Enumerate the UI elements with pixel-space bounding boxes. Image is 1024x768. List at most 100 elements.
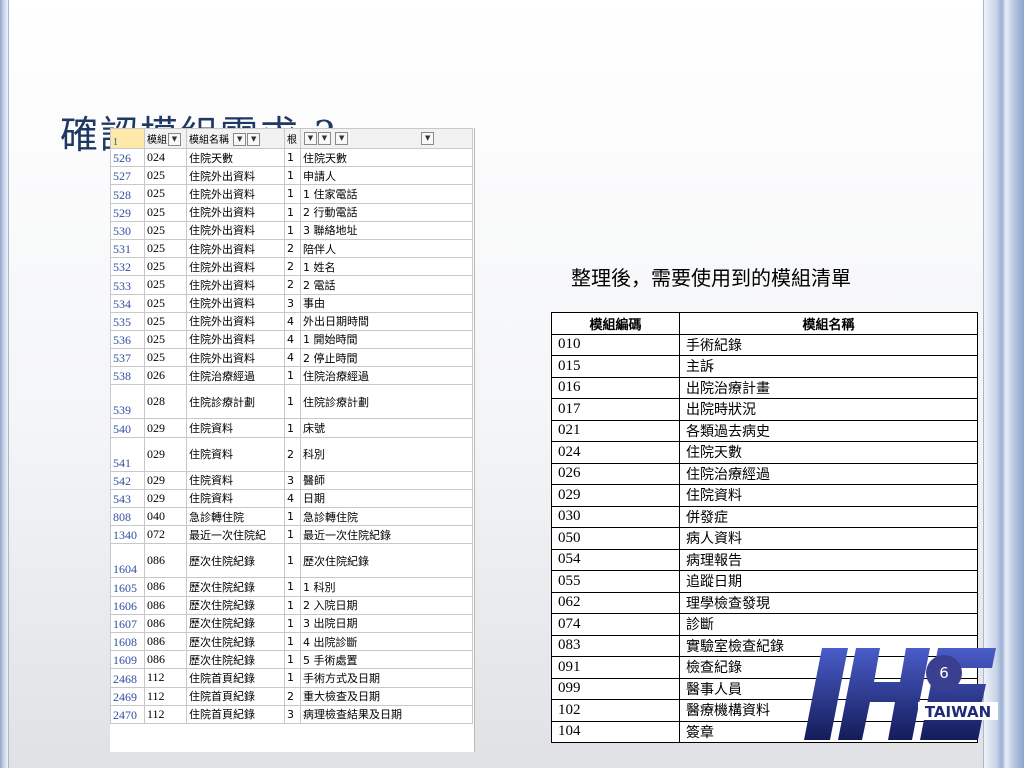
field-name-cell: 1 科別 bbox=[300, 577, 473, 597]
module-row: 055 追蹤日期 bbox=[551, 570, 978, 593]
sequence-cell: 1 bbox=[284, 631, 301, 652]
sequence-cell: 3 bbox=[284, 470, 301, 490]
sequence-cell: 2 bbox=[284, 257, 301, 277]
sequence-cell: 3 bbox=[284, 704, 301, 724]
module-name-cell: 住院外出資料 bbox=[186, 257, 285, 277]
row-number: 526 bbox=[110, 147, 145, 168]
filter-dropdown-icon[interactable]: ▼ bbox=[318, 132, 331, 145]
module-name: 診斷 bbox=[679, 613, 978, 636]
sequence-cell: 2 bbox=[284, 275, 301, 295]
module-code-cell: 025 bbox=[144, 311, 187, 331]
module-name: 併發症 bbox=[679, 505, 978, 528]
spreadsheet-row: 1340 072 最近一次住院紀 1 最近一次住院紀錄 bbox=[110, 525, 473, 545]
row-number: 528 bbox=[110, 184, 145, 204]
field-name-cell: 1 開始時間 bbox=[300, 329, 473, 350]
module-name: 住院天數 bbox=[679, 441, 978, 464]
row-number: 538 bbox=[110, 366, 145, 386]
module-row: 062 理學檢查發現 bbox=[551, 591, 978, 614]
row-number: 532 bbox=[110, 257, 145, 277]
sequence-cell: 1 bbox=[284, 577, 301, 597]
spreadsheet-row: 1605 086 歷次住院紀錄 1 1 科別 bbox=[110, 577, 473, 597]
module-code: 062 bbox=[551, 591, 680, 614]
sequence-cell: 1 bbox=[284, 525, 301, 545]
module-code-cell: 029 bbox=[144, 488, 187, 509]
field-name-cell: 3 聯絡地址 bbox=[300, 220, 473, 240]
field-name-cell: 手術方式及日期 bbox=[300, 668, 473, 688]
module-code-cell: 025 bbox=[144, 220, 187, 240]
module-name-cell: 急診轉住院 bbox=[186, 506, 285, 527]
filter-dropdown-icon[interactable]: ▼ bbox=[304, 132, 317, 145]
module-code-cell: 086 bbox=[144, 543, 187, 579]
module-name-cell: 住院外出資料 bbox=[186, 166, 285, 186]
filter-header[interactable]: ▼ ▼ ▼ ▼ bbox=[300, 128, 473, 149]
spreadsheet-row: 808 040 急診轉住院 1 急診轉住院 bbox=[110, 506, 473, 527]
module-code-cell: 025 bbox=[144, 238, 187, 259]
module-row: 016 出院治療計畫 bbox=[551, 376, 978, 399]
row-number: 1608 bbox=[110, 631, 145, 652]
module-row: 030 併發症 bbox=[551, 505, 978, 528]
row-number: 2470 bbox=[110, 704, 145, 724]
field-name-cell: 陪伴人 bbox=[300, 238, 473, 259]
module-name-cell: 最近一次住院紀 bbox=[186, 525, 285, 545]
module-code: 015 bbox=[551, 355, 680, 378]
module-code: 050 bbox=[551, 527, 680, 550]
module-code-cell: 112 bbox=[144, 668, 187, 688]
field-name-cell: 2 入院日期 bbox=[300, 595, 473, 615]
spreadsheet-row: 1608 086 歷次住院紀錄 1 4 出院診斷 bbox=[110, 631, 473, 652]
module-name: 主訴 bbox=[679, 355, 978, 378]
field-name-cell: 申請人 bbox=[300, 166, 473, 186]
module-name-cell: 住院資料 bbox=[186, 470, 285, 490]
filter-dropdown-icon[interactable]: ▼ bbox=[421, 132, 435, 145]
sequence-cell: 1 bbox=[284, 220, 301, 240]
module-row: 015 主訴 bbox=[551, 355, 978, 378]
filter-dropdown-icon[interactable]: ▼ bbox=[335, 132, 349, 145]
module-code-cell: 024 bbox=[144, 147, 187, 168]
module-name-cell: 歷次住院紀錄 bbox=[186, 577, 285, 597]
module-name: 住院資料 bbox=[679, 484, 978, 507]
field-name-cell: 5 手術處置 bbox=[300, 650, 473, 670]
spreadsheet-row: 1604 086 歷次住院紀錄 1 歷次住院紀錄 bbox=[110, 543, 473, 579]
filter-dropdown-icon[interactable]: ▼ bbox=[247, 133, 261, 147]
module-code-cell: 025 bbox=[144, 166, 187, 186]
spreadsheet-table: 1 模組 ▼ 模組名稱 ▼ ▼ 根 ▼ ▼ ▼ ▼ 526 024 住院天數 1 住院天數 527… bbox=[110, 128, 473, 724]
module-code: 091 bbox=[551, 656, 680, 679]
module-code-cell: 025 bbox=[144, 293, 187, 313]
module-row: 024 住院天數 bbox=[551, 441, 978, 464]
column-header-name: 模組名稱 bbox=[679, 312, 978, 335]
field-name-cell: 歷次住院紀錄 bbox=[300, 543, 473, 579]
module-row: 010 手術紀錄 bbox=[551, 333, 978, 356]
sequence-cell: 4 bbox=[284, 348, 301, 368]
spreadsheet-row: 537 025 住院外出資料 4 2 停止時間 bbox=[110, 348, 473, 368]
module-name-cell: 住院資料 bbox=[186, 418, 285, 438]
field-name-cell: 4 出院診斷 bbox=[300, 631, 473, 652]
filter-header[interactable]: 根 bbox=[284, 128, 301, 149]
header-label: 根 bbox=[287, 135, 297, 146]
spreadsheet-row: 2470 112 住院首頁紀錄 3 病理檢查結果及日期 bbox=[110, 704, 473, 724]
field-name-cell: 2 停止時間 bbox=[300, 348, 473, 368]
module-name-cell: 住院外出資料 bbox=[186, 311, 285, 331]
row-number: 1606 bbox=[110, 595, 145, 615]
module-name-cell: 住院首頁紀錄 bbox=[186, 704, 285, 724]
field-name-cell: 2 行動電話 bbox=[300, 202, 473, 222]
module-name-cell: 住院診療計劃 bbox=[186, 384, 285, 420]
field-name-cell: 醫師 bbox=[300, 470, 473, 490]
row-number: 535 bbox=[110, 311, 145, 331]
module-name: 住院治療經過 bbox=[679, 462, 978, 485]
module-code-cell: 028 bbox=[144, 384, 187, 420]
filter-active-icon[interactable]: ▼ bbox=[233, 133, 247, 147]
field-name-cell: 日期 bbox=[300, 488, 473, 509]
filter-dropdown-icon[interactable]: ▼ bbox=[168, 133, 181, 147]
module-row: 021 各類過去病史 bbox=[551, 419, 978, 442]
spreadsheet-header-row: 1 模組 ▼ 模組名稱 ▼ ▼ 根 ▼ ▼ ▼ ▼ bbox=[110, 128, 473, 149]
module-code: 026 bbox=[551, 462, 680, 485]
module-name-cell: 住院外出資料 bbox=[186, 329, 285, 350]
row-number: 539 bbox=[110, 384, 145, 420]
spreadsheet-row: 543 029 住院資料 4 日期 bbox=[110, 488, 473, 509]
filter-header[interactable]: 模組名稱 ▼ ▼ bbox=[186, 128, 285, 149]
field-name-cell: 住院診療計劃 bbox=[300, 384, 473, 420]
module-code-cell: 086 bbox=[144, 613, 187, 633]
filter-header[interactable]: 模組 ▼ bbox=[144, 128, 187, 149]
sequence-cell: 1 bbox=[284, 366, 301, 386]
row-number: 1 bbox=[110, 128, 145, 149]
module-name-cell: 住院天數 bbox=[186, 147, 285, 168]
